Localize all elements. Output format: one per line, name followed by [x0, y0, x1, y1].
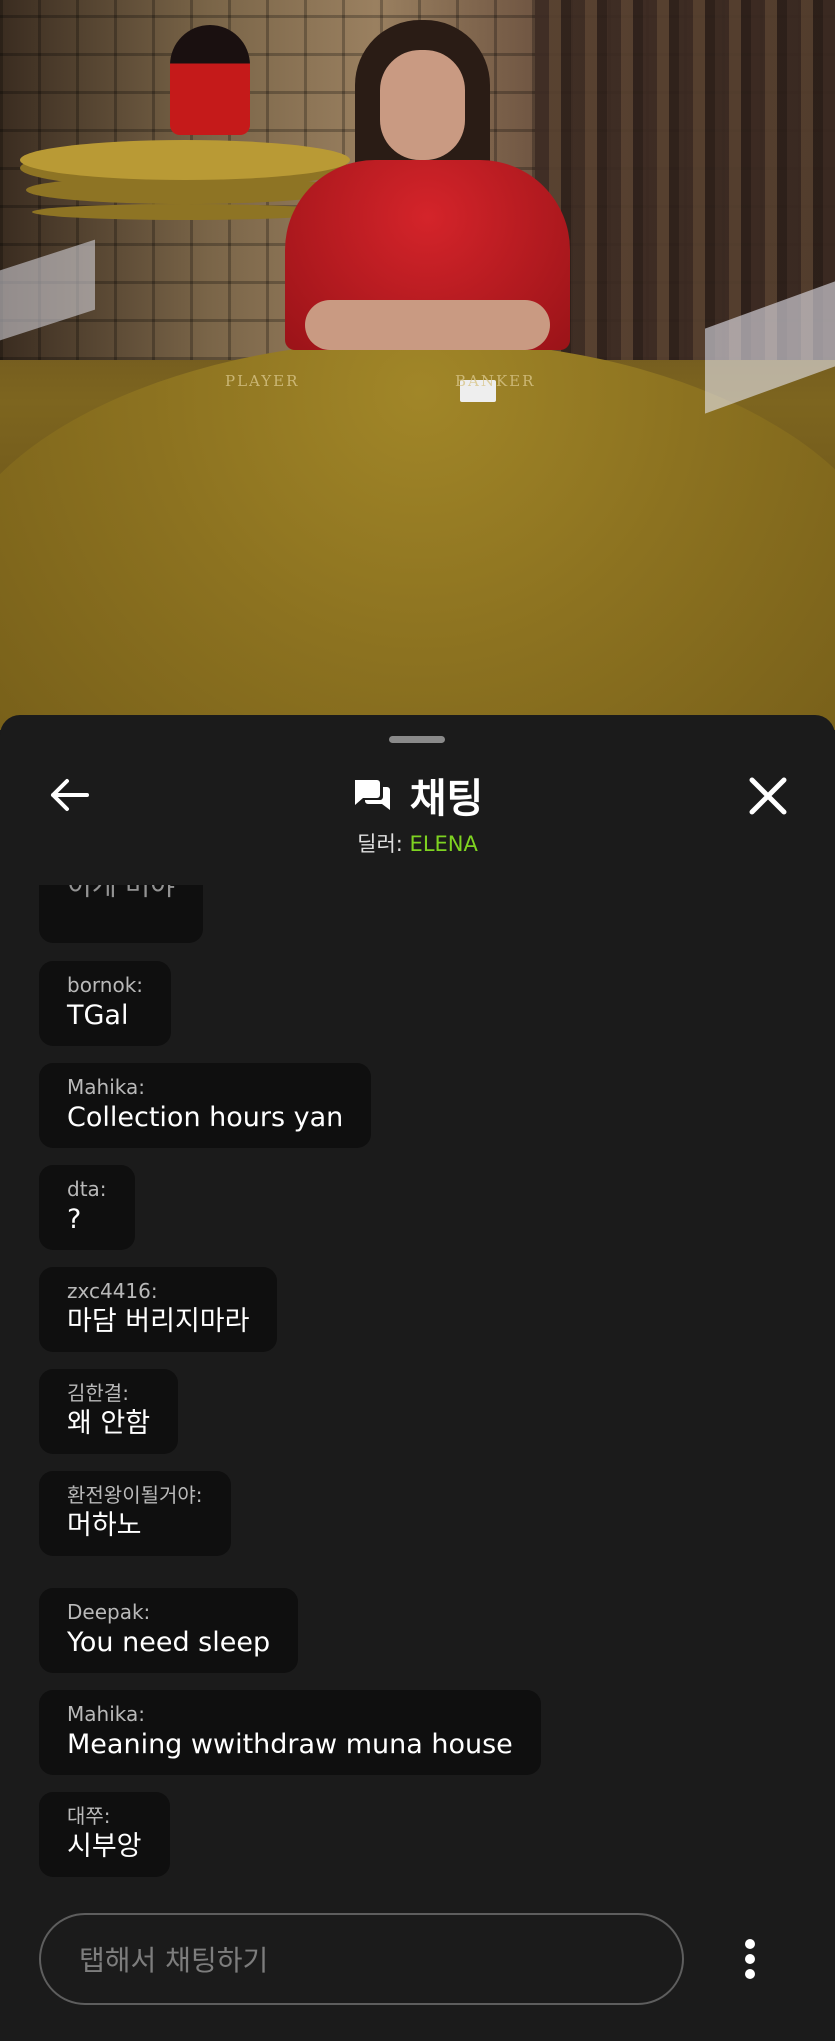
- close-icon: [749, 777, 787, 815]
- message-text: 왜 안함: [67, 1408, 151, 1439]
- drag-handle[interactable]: [389, 736, 445, 743]
- chat-input-placeholder: 탭해서 채팅하기: [79, 1944, 269, 1977]
- message-user: Mahika:: [67, 1702, 145, 1726]
- table-label-player: PLAYER: [225, 372, 300, 390]
- message-user: Deepak:: [67, 1600, 151, 1624]
- chat-header: 채팅: [0, 765, 835, 825]
- more-vertical-icon: [745, 1939, 755, 1979]
- message-user: Mahika:: [67, 1075, 145, 1099]
- dealer: [285, 20, 570, 365]
- message-text: Collection hours yan: [67, 1102, 344, 1133]
- chat-panel: 채팅 딜러: ELENA 이게 머야 bornok: TGal Mahika: …: [0, 715, 835, 2041]
- chat-message: 이게 머야: [39, 885, 203, 943]
- chat-message: dta: ?: [39, 1165, 135, 1250]
- message-list[interactable]: 이게 머야 bornok: TGal Mahika: Collection ho…: [0, 885, 835, 1595]
- dealer-name: ELENA: [409, 832, 478, 856]
- chat-message: Mahika: Meaning wwithdraw muna house: [39, 1690, 541, 1775]
- message-user: zxc4416:: [67, 1279, 158, 1303]
- message-user: bornok:: [67, 973, 144, 997]
- message-text: 머하노: [67, 1510, 142, 1541]
- message-text: You need sleep: [67, 1627, 271, 1658]
- message-text: Meaning wwithdraw muna house: [67, 1729, 513, 1760]
- background-dealer: [170, 25, 250, 135]
- chat-input[interactable]: 탭해서 채팅하기: [39, 1913, 684, 2005]
- message-text: 이게 머야: [67, 885, 175, 902]
- chat-message: 대쭈: 시부앙: [39, 1792, 170, 1877]
- chat-title: 채팅: [409, 776, 484, 822]
- chat-message: Mahika: Collection hours yan: [39, 1063, 372, 1148]
- message-user: 김한결:: [67, 1381, 129, 1405]
- chat-bubbles-icon: [354, 780, 390, 810]
- message-text: ?: [67, 1204, 82, 1235]
- message-text: 마담 버리지마라: [67, 1306, 250, 1337]
- chat-message: zxc4416: 마담 버리지마라: [39, 1267, 278, 1352]
- chat-message: 환전왕이될거야: 머하노: [39, 1471, 231, 1556]
- chat-message: 김한결: 왜 안함: [39, 1369, 179, 1454]
- message-text: TGal: [67, 1000, 129, 1031]
- message-user: 대쭈:: [67, 1804, 111, 1828]
- dealer-info: 딜러: ELENA: [0, 828, 835, 858]
- close-button[interactable]: [742, 770, 794, 822]
- table-label-banker: BANKER: [455, 372, 536, 390]
- live-video: PLAYER BANKER: [0, 0, 835, 730]
- message-user: 환전왕이될거야:: [67, 1483, 203, 1507]
- chat-message: Deepak: You need sleep: [39, 1588, 299, 1673]
- message-user: dta:: [67, 1177, 107, 1201]
- chat-message: bornok: TGal: [39, 961, 172, 1046]
- more-options-button[interactable]: [722, 1927, 778, 1991]
- message-text: 시부앙: [67, 1831, 142, 1862]
- dealer-label: 딜러:: [357, 832, 403, 856]
